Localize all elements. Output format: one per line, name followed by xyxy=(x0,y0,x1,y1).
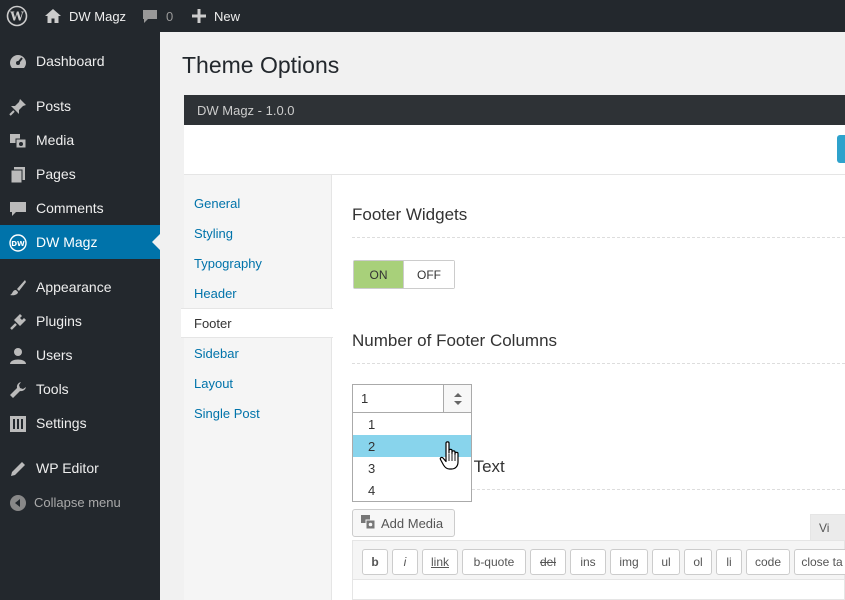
sidebar-item-settings[interactable]: Settings xyxy=(0,406,160,440)
sidebar-item-users[interactable]: Users xyxy=(0,338,160,372)
svg-text:W: W xyxy=(9,10,24,24)
new-content-link[interactable]: New xyxy=(192,0,240,32)
quicktags-toolbar: b i link b-quote del ins img ul ol li co… xyxy=(352,540,845,580)
site-name-label: DW Magz xyxy=(69,8,127,24)
theme-options-panel: DW Magz - 1.0.0 General Styling Typograp… xyxy=(181,95,845,600)
pages-icon xyxy=(8,165,28,185)
quicktag-code-button[interactable]: code xyxy=(746,549,790,575)
admin-bar: W DW Magz 0 New xyxy=(0,0,845,32)
add-media-label: Add Media xyxy=(381,515,444,531)
panel-header: DW Magz - 1.0.0 xyxy=(184,95,845,125)
footer-columns-select[interactable]: 1 xyxy=(352,384,472,413)
toggle-on-button[interactable]: ON xyxy=(354,261,405,288)
sidebar-item-comments[interactable]: Comments xyxy=(0,191,160,225)
quicktag-bquote-button[interactable]: b-quote xyxy=(462,549,526,575)
dropdown-option[interactable]: 4 xyxy=(353,479,471,501)
tab-layout[interactable]: Layout xyxy=(184,368,332,398)
site-name-link[interactable]: DW Magz xyxy=(44,0,126,32)
options-tabs: General Styling Typography Header Footer… xyxy=(181,175,333,600)
plug-icon xyxy=(8,312,28,332)
quicktag-img-button[interactable]: img xyxy=(610,549,648,575)
add-media-icon xyxy=(360,514,376,533)
admin-sidebar: Dashboard Posts Media Pages Comments DW … xyxy=(0,32,160,600)
sidebar-item-plugins[interactable]: Plugins xyxy=(0,304,160,338)
comment-icon xyxy=(8,199,28,219)
theme-version-label: DW Magz - 1.0.0 xyxy=(197,102,295,118)
plus-icon xyxy=(192,9,206,23)
add-media-button[interactable]: Add Media xyxy=(352,509,455,537)
wordpress-logo-button[interactable]: W xyxy=(6,0,28,32)
wordpress-logo-icon: W xyxy=(6,5,28,27)
sidebar-item-tools[interactable]: Tools xyxy=(0,372,160,406)
brush-icon xyxy=(8,278,28,298)
sidebar-item-wp-editor[interactable]: WP Editor xyxy=(0,451,160,485)
sidebar-item-appearance[interactable]: Appearance xyxy=(0,270,160,304)
tab-styling[interactable]: Styling xyxy=(184,218,332,248)
hand-pointer-icon xyxy=(439,441,463,476)
tab-general[interactable]: General xyxy=(184,188,332,218)
quicktag-close-tags-button[interactable]: close ta xyxy=(794,549,845,575)
sidebar-item-posts[interactable]: Posts xyxy=(0,89,160,123)
quicktag-bold-button[interactable]: b xyxy=(362,549,388,575)
quicktag-italic-button[interactable]: i xyxy=(392,549,418,575)
tab-typography[interactable]: Typography xyxy=(184,248,332,278)
page-title: Theme Options xyxy=(182,52,340,78)
save-changes-button[interactable] xyxy=(837,135,845,163)
sidebar-item-dw-magz[interactable]: DW DW Magz xyxy=(0,225,160,259)
dashboard-icon xyxy=(8,52,28,72)
settings-icon xyxy=(8,414,28,434)
wrench-icon xyxy=(8,380,28,400)
footer-widgets-title: Footer Widgets xyxy=(352,205,468,224)
svg-text:DW: DW xyxy=(11,240,25,248)
dropdown-option[interactable]: 1 xyxy=(353,413,471,435)
comments-count: 0 xyxy=(166,8,174,24)
toggle-off-button[interactable]: OFF xyxy=(404,261,454,288)
comment-bubble-icon xyxy=(142,8,158,24)
sidebar-item-dashboard[interactable]: Dashboard xyxy=(0,44,160,78)
quicktag-li-button[interactable]: li xyxy=(716,549,742,575)
new-label: New xyxy=(214,8,241,24)
quicktag-del-button[interactable]: del xyxy=(530,549,566,575)
tab-single-post[interactable]: Single Post xyxy=(184,398,332,428)
tab-sidebar[interactable]: Sidebar xyxy=(184,338,332,368)
home-icon xyxy=(44,8,62,24)
footer-widgets-toggle[interactable]: ON OFF xyxy=(353,260,455,289)
pencil-icon xyxy=(8,459,28,479)
quicktag-ul-button[interactable]: ul xyxy=(652,549,680,575)
footer-columns-title: Number of Footer Columns xyxy=(352,331,558,350)
collapse-arrow-icon xyxy=(8,493,28,513)
user-icon xyxy=(8,346,28,366)
tab-footer[interactable]: Footer xyxy=(181,308,333,338)
comments-link[interactable]: 0 xyxy=(142,0,173,32)
tab-header[interactable]: Header xyxy=(184,278,332,308)
quicktag-link-button[interactable]: link xyxy=(422,549,458,575)
footer-columns-value: 1 xyxy=(361,391,369,406)
collapse-menu-button[interactable]: Collapse menu xyxy=(0,485,160,519)
divider xyxy=(352,363,845,364)
select-arrows-icon xyxy=(443,385,471,412)
sidebar-item-media[interactable]: Media xyxy=(0,123,160,157)
quicktag-ins-button[interactable]: ins xyxy=(570,549,606,575)
copyright-text-editor[interactable] xyxy=(352,580,845,600)
footer-options-content: Footer Widgets ON OFF Number of Footer C… xyxy=(333,175,845,600)
dw-logo-icon: DW xyxy=(8,233,28,253)
divider xyxy=(352,237,845,238)
pin-icon xyxy=(8,97,28,117)
quicktag-ol-button[interactable]: ol xyxy=(684,549,712,575)
visual-editor-tab[interactable]: Vi xyxy=(810,514,845,540)
sidebar-item-pages[interactable]: Pages xyxy=(0,157,160,191)
panel-toolbar xyxy=(184,125,845,175)
media-icon xyxy=(8,131,28,151)
